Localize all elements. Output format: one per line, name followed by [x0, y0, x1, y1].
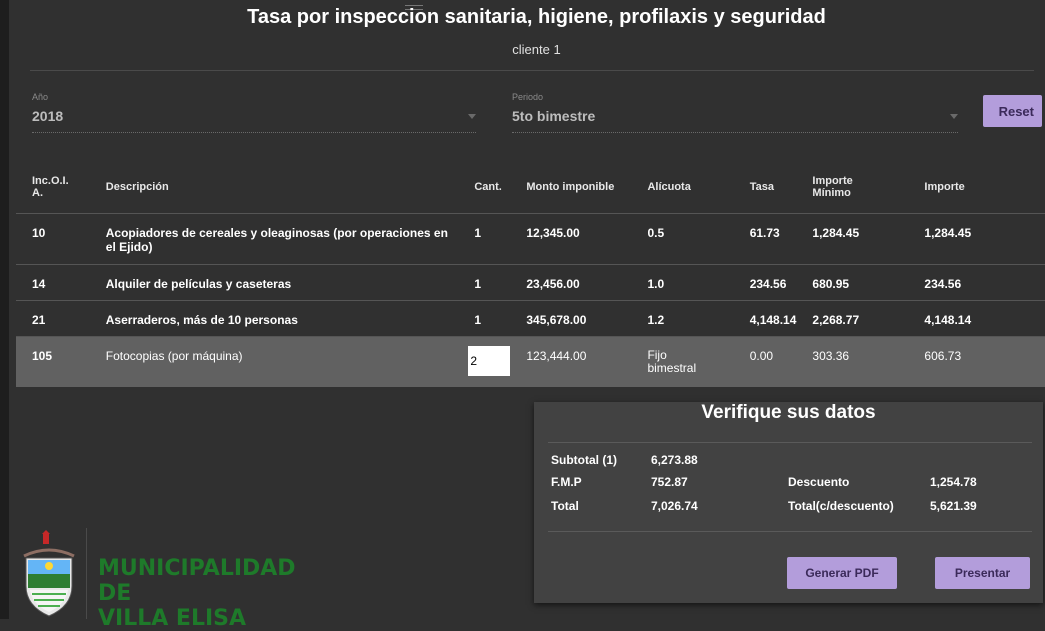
cell-qty: 1	[458, 213, 511, 265]
cell-taxable: 12,345.00	[510, 213, 632, 265]
cell-min: 2,268.77	[796, 300, 909, 337]
chevron-down-icon	[950, 114, 958, 119]
subtotal-value: 6,273.88	[651, 453, 698, 467]
cell-min: 1,284.45	[796, 213, 909, 265]
page-title: Tasa por inspeccion sanitaria, higiene, …	[247, 6, 826, 28]
discount-value: 1,254.78	[930, 475, 977, 489]
discount-label: Descuento	[788, 475, 850, 489]
fmp-label: F.M.P	[551, 475, 582, 489]
municipality-logo: MUNICIPALIDAD DE VILLA ELISA	[18, 528, 296, 631]
cell-taxable: 345,678.00	[510, 300, 632, 337]
col-header-min-line1: Importe	[812, 174, 853, 187]
cell-amount: 606.73	[908, 336, 1045, 387]
total-discount-value: 5,621.39	[930, 499, 977, 513]
cell-fee: 4,148.14	[733, 300, 797, 337]
table-header-row: Inc.O.I. A. Descripción Cant. Monto impo…	[16, 160, 1045, 214]
municipality-name-line1: MUNICIPALIDAD DE	[98, 556, 296, 606]
cell-amount: 234.56	[908, 264, 1045, 301]
cell-rate-line1: Fijo	[647, 348, 667, 362]
cell-rate: 1.2	[631, 300, 734, 337]
window-edge	[0, 0, 9, 619]
period-underline	[512, 131, 958, 133]
col-header-min-line2: Mínimo	[812, 186, 851, 199]
summary-title: Verifique sus datos	[701, 402, 876, 423]
quantity-input[interactable]	[468, 346, 511, 376]
period-label: Periodo	[512, 92, 544, 102]
total-value: 7,026.74	[651, 499, 698, 513]
year-label: Año	[32, 92, 49, 102]
summary-panel: Verifique sus datos Subtotal (1) 6,273.8…	[534, 402, 1043, 603]
table-row[interactable]: 14 Alquiler de películas y caseteras 1 2…	[16, 264, 1045, 301]
cell-fee: 0.00	[733, 336, 797, 387]
coat-of-arms-icon	[23, 530, 75, 617]
col-header-code: Inc.O.I. A.	[16, 160, 90, 214]
generate-pdf-button[interactable]: Generar PDF	[787, 557, 897, 589]
period-select[interactable]: Periodo 5to bimestre	[512, 92, 958, 133]
col-header-min: Importe Mínimo	[796, 160, 909, 214]
summary-divider	[548, 442, 1032, 443]
col-header-description: Descripción	[89, 160, 459, 214]
year-value: 2018	[32, 108, 64, 124]
cell-description: Acopiadores de cereales y oleaginosas (p…	[89, 213, 459, 265]
col-header-taxable: Monto imponible	[510, 160, 632, 214]
table-row-selected[interactable]: 105 Fotocopias (por máquina) 123,444.00 …	[16, 336, 1045, 387]
fmp-value: 752.87	[651, 475, 688, 489]
municipality-name: MUNICIPALIDAD DE VILLA ELISA	[98, 556, 296, 631]
cell-qty: 1	[458, 300, 511, 337]
cell-code: 10	[16, 213, 90, 265]
total-label: Total	[551, 499, 579, 513]
cell-rate: 0.5	[631, 213, 734, 265]
header-divider	[30, 70, 1034, 71]
cell-fee: 61.73	[733, 213, 797, 265]
col-header-fee: Tasa	[733, 160, 797, 214]
col-header-amount: Importe	[908, 160, 1045, 214]
year-underline	[32, 131, 476, 133]
cell-code: 21	[16, 300, 90, 337]
total-discount-label: Total(c/descuento)	[788, 499, 894, 513]
col-header-qty: Cant.	[458, 160, 511, 214]
cell-rate: Fijo bimestral	[631, 336, 734, 387]
cell-taxable: 23,456.00	[510, 264, 632, 301]
submit-button[interactable]: Presentar	[935, 557, 1030, 589]
cell-description: Fotocopias (por máquina)	[89, 336, 459, 387]
cell-code: 105	[16, 336, 90, 387]
reset-button[interactable]: Reset	[983, 95, 1042, 127]
table-row[interactable]: 10 Acopiadores de cereales y oleaginosas…	[16, 213, 1045, 265]
cell-description: Alquiler de películas y caseteras	[89, 264, 459, 301]
cell-taxable: 123,444.00	[510, 336, 632, 387]
cell-rate: 1.0	[631, 264, 734, 301]
activities-table: Inc.O.I. A. Descripción Cant. Monto impo…	[16, 160, 1045, 387]
cell-qty: 1	[458, 264, 511, 301]
cell-amount: 1,284.45	[908, 213, 1045, 265]
summary-divider-bottom	[548, 531, 1032, 532]
cell-min: 303.36	[796, 336, 909, 387]
cell-min: 680.95	[796, 264, 909, 301]
cell-description: Aserraderos, más de 10 personas	[89, 300, 459, 337]
cell-amount: 4,148.14	[908, 300, 1045, 337]
table-row[interactable]: 21 Aserraderos, más de 10 personas 1 345…	[16, 300, 1045, 337]
client-name: cliente 1	[512, 42, 561, 57]
cell-qty	[458, 336, 511, 387]
cell-fee: 234.56	[733, 264, 797, 301]
logo-divider	[86, 528, 87, 619]
cell-rate-line2: bimestral	[647, 361, 697, 375]
chevron-down-icon	[468, 114, 476, 119]
subtotal-label: Subtotal (1)	[551, 453, 617, 467]
cell-code: 14	[16, 264, 90, 301]
year-select[interactable]: Año 2018	[32, 92, 476, 133]
col-header-rate: Alícuota	[631, 160, 734, 214]
period-value: 5to bimestre	[512, 108, 596, 124]
